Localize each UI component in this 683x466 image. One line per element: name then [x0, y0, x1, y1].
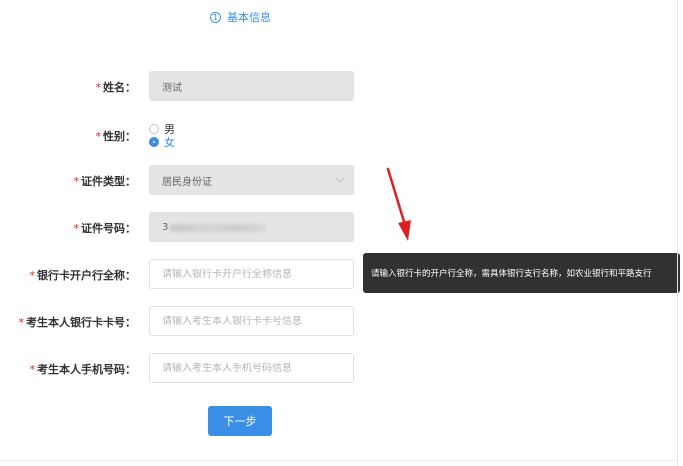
panel-right-border — [677, 0, 678, 466]
annotation-arrow-icon — [386, 167, 411, 241]
required-mark: * — [73, 175, 80, 188]
step-label: 基本信息 — [227, 11, 271, 24]
radio-female[interactable] — [149, 137, 159, 147]
required-mark: * — [29, 363, 36, 376]
gender-female-label: 女 — [164, 136, 175, 149]
phone-input[interactable] — [162, 362, 353, 374]
id-type-label: * 证件类型： — [73, 175, 137, 188]
id-type-value: 居民身份证 — [162, 176, 212, 188]
id-number-field[interactable]: 3 — [149, 212, 354, 242]
required-mark: * — [29, 269, 36, 282]
registration-page: 1 基本信息 * 姓名： 测试 * 性别： 男 女 * 证件类型： 居民身份证 * 证件… — [0, 0, 683, 466]
panel-bottom-border — [0, 460, 678, 461]
phone-label: * 考生本人手机号码： — [29, 363, 137, 376]
name-value: 测试 — [162, 82, 182, 94]
name-label: * 姓名： — [95, 81, 137, 94]
bank-card-input[interactable] — [162, 315, 353, 327]
phone-field[interactable] — [149, 353, 354, 383]
bank-card-label: * 考生本人银行卡卡号： — [18, 316, 137, 329]
gender-option-female[interactable]: 女 — [149, 134, 175, 150]
id-number-label: * 证件号码： — [73, 222, 137, 235]
bank-branch-label: * 银行卡开户行全称： — [29, 269, 137, 282]
required-mark: * — [95, 130, 102, 143]
tooltip-text: 请输入银行卡的开户行全称，需具体银行支行名称，如农业银行和平路支行 — [371, 269, 652, 279]
id-type-select[interactable]: 居民身份证 — [149, 165, 354, 195]
chevron-down-icon — [335, 177, 345, 183]
required-mark: * — [95, 81, 102, 94]
required-mark: * — [73, 222, 80, 235]
id-number-value: 3 — [162, 221, 169, 233]
next-step-button[interactable]: 下一步 — [208, 406, 272, 436]
bank-branch-tooltip: 请输入银行卡的开户行全称，需具体银行支行名称，如农业银行和平路支行 — [363, 253, 680, 293]
bank-branch-input[interactable] — [162, 268, 353, 280]
bank-branch-field[interactable] — [149, 259, 354, 289]
name-field[interactable]: 测试 — [149, 71, 354, 101]
redacted-blur — [170, 224, 266, 232]
required-mark: * — [18, 316, 25, 329]
step-indicator: 1 基本信息 — [210, 9, 271, 25]
radio-male[interactable] — [149, 124, 159, 134]
step-number-icon: 1 — [210, 11, 221, 23]
gender-label: * 性别： — [95, 130, 137, 143]
bank-card-field[interactable] — [149, 306, 354, 336]
